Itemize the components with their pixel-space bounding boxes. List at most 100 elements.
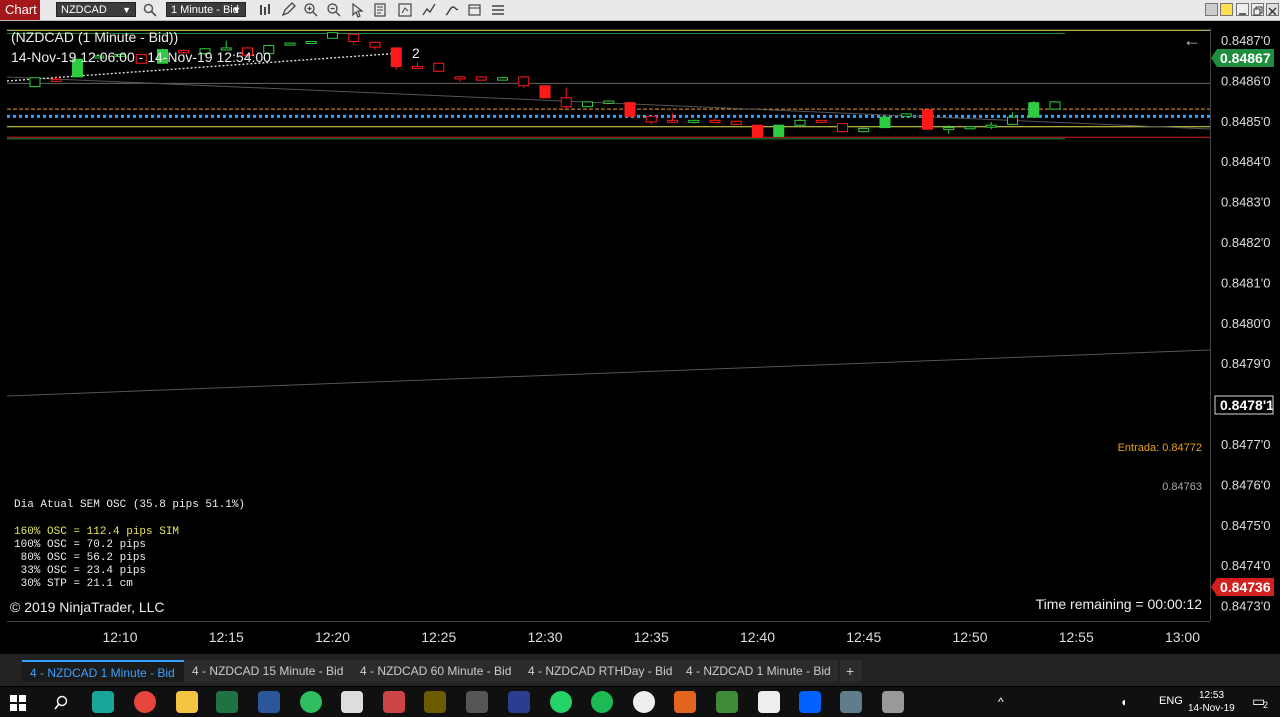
- app-icon-8[interactable]: [882, 691, 904, 713]
- level-label: 0.84763: [1162, 481, 1202, 493]
- price-axis[interactable]: 0.8487'0 0.8486'0 0.8485'0 0.8484'0 0.8483'0…: [1210, 28, 1274, 621]
- excel-icon[interactable]: [216, 691, 238, 713]
- tab-3[interactable]: 4 - NZDCAD 60 Minute - Bid: [352, 660, 520, 682]
- price-tick: 0.8487'0: [1221, 33, 1270, 48]
- candle-down: [709, 119, 721, 123]
- tab-1[interactable]: 4 - NZDCAD 1 Minute - Bid: [22, 660, 184, 682]
- indicators-icon[interactable]: [421, 2, 437, 18]
- chrome-icon[interactable]: [134, 691, 156, 713]
- windows-start-icon[interactable]: [10, 695, 26, 711]
- app-icon-4[interactable]: [674, 691, 696, 713]
- link-color-button[interactable]: [1205, 3, 1218, 16]
- spotify-icon[interactable]: [591, 691, 613, 713]
- interval-selector[interactable]: 1 Minute - Bid ▼: [166, 2, 246, 17]
- minimize-button[interactable]: [1236, 3, 1249, 16]
- instrument-selector[interactable]: NZDCAD ▼: [56, 2, 136, 17]
- copyright: © 2019 NinjaTrader, LLC: [10, 599, 165, 615]
- volume-icon[interactable]: ◖: [1120, 695, 1127, 709]
- time-tick: 12:35: [634, 629, 669, 645]
- candle-down: [50, 78, 62, 82]
- fw-icon[interactable]: [424, 691, 446, 713]
- time-tick: 12:55: [1059, 629, 1094, 645]
- calculator-icon[interactable]: [341, 691, 363, 713]
- info-line-3: 80% OSC = 56.2 pips: [14, 552, 147, 564]
- price-tick: 0.8476'0: [1221, 477, 1270, 492]
- ninjatrader-icon[interactable]: [466, 691, 488, 713]
- word-icon[interactable]: [258, 691, 280, 713]
- info-line-5: 30% STP = 21.1 cm: [14, 578, 133, 590]
- app-icon-1[interactable]: [92, 691, 114, 713]
- whatsapp-icon[interactable]: [550, 691, 572, 713]
- app-icon-6[interactable]: [758, 691, 780, 713]
- time-tick: 12:20: [315, 629, 350, 645]
- candle-down: [539, 85, 551, 99]
- tab-4[interactable]: 4 - NZDCAD RTHDay - Bid: [520, 660, 678, 682]
- pointer-icon[interactable]: [349, 2, 365, 18]
- evernote-icon[interactable]: [300, 691, 322, 713]
- time-tick: 13:00: [1165, 629, 1200, 645]
- time-axis[interactable]: 12:10 12:15 12:20 12:25 12:30 12:35 12:40 12:45…: [7, 621, 1210, 652]
- clock-icon[interactable]: [633, 691, 655, 713]
- candle-up: [29, 77, 41, 88]
- info-line-2: 100% OSC = 70.2 pips: [14, 539, 147, 551]
- properties-icon[interactable]: [373, 2, 389, 18]
- time-tick: 12:30: [527, 629, 562, 645]
- app-icon-3[interactable]: [508, 691, 530, 713]
- back-arrow-icon[interactable]: ←: [1183, 30, 1201, 51]
- candle-down: [454, 76, 466, 80]
- app-icon-5[interactable]: [716, 691, 738, 713]
- time-tick: 12:50: [952, 629, 987, 645]
- info-line-0: Dia Atual SEM OSC (35.8 pips 51.1%): [14, 499, 246, 511]
- time-tick: 12:15: [209, 629, 244, 645]
- app-icon-7[interactable]: [840, 691, 862, 713]
- candle-up: [497, 77, 508, 81]
- bar-type-icon[interactable]: [258, 2, 274, 18]
- candle-up: [773, 124, 785, 137]
- candle-up: [964, 126, 976, 130]
- search-icon[interactable]: [142, 2, 158, 18]
- trend-line: [7, 349, 1210, 397]
- price-tick: 0.8474'0: [1221, 558, 1270, 573]
- candle-up: [1049, 101, 1061, 110]
- info-line-4: 33% OSC = 23.4 pips: [14, 565, 147, 577]
- search-icon[interactable]: [53, 695, 69, 711]
- price-tick: 0.8482'0: [1221, 235, 1270, 250]
- add-tab-button[interactable]: +: [840, 660, 862, 682]
- price-tick: 0.8477'0: [1221, 437, 1270, 452]
- chart-panel[interactable]: (NZDCAD (1 Minute - Bid)) 14-Nov-19 12:0…: [7, 28, 1210, 621]
- chart-tabs: 4 - NZDCAD 1 Minute - Bid 4 - NZDCAD 15 …: [0, 654, 1280, 686]
- clock-time[interactable]: 12:53: [1199, 690, 1224, 701]
- candle-up: [794, 119, 806, 126]
- candle-down: [560, 97, 572, 108]
- candle-up: [1028, 102, 1040, 118]
- pencil-icon[interactable]: [280, 2, 296, 18]
- zoom-in-icon[interactable]: [303, 2, 319, 18]
- tab-5[interactable]: 4 - NZDCAD 1 Minute - Bid: [678, 660, 838, 682]
- file-explorer-icon[interactable]: [176, 691, 198, 713]
- price-tick: 0.8484'0: [1221, 154, 1270, 169]
- menu-icon[interactable]: [490, 2, 506, 18]
- candle-down: [475, 76, 487, 81]
- close-button[interactable]: [1266, 3, 1279, 16]
- templates-icon[interactable]: [467, 2, 483, 18]
- tab-color-button[interactable]: [1220, 3, 1233, 16]
- time-tick: 12:10: [102, 629, 137, 645]
- candle-up: [327, 32, 338, 39]
- data-box-icon[interactable]: [397, 2, 413, 18]
- zoom-out-icon[interactable]: [326, 2, 342, 18]
- restore-button[interactable]: [1251, 3, 1264, 16]
- drawing-label: 2: [412, 45, 420, 61]
- tab-2[interactable]: 4 - NZDCAD 15 Minute - Bid: [184, 660, 352, 682]
- candle-up: [284, 42, 296, 46]
- chevron-up-icon[interactable]: ^: [998, 695, 1004, 709]
- time-axis-labels: 12:10 12:15 12:20 12:25 12:30 12:35 12:40 12:45…: [102, 629, 1200, 645]
- language-indicator[interactable]: ENG: [1159, 695, 1183, 707]
- app-icon-2[interactable]: [383, 691, 405, 713]
- strategies-icon[interactable]: [444, 2, 460, 18]
- clock-date[interactable]: 14-Nov-19: [1188, 703, 1235, 714]
- dropbox-icon[interactable]: [799, 691, 821, 713]
- candlestick-plot[interactable]: [7, 28, 1210, 621]
- candle-down: [667, 119, 678, 123]
- price-tick: 0.8479'0: [1221, 356, 1270, 371]
- entry-label: Entrada: 0.84772: [1117, 442, 1202, 454]
